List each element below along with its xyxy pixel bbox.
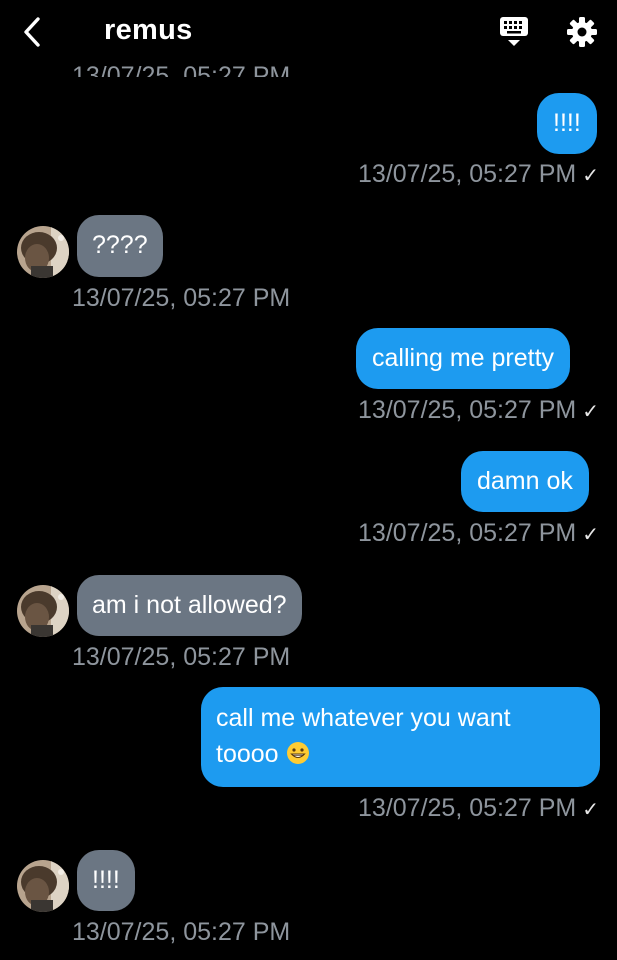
keyboard-icon [500, 17, 528, 46]
message-timestamp: 13/07/25, 05:27 PM [72, 284, 291, 312]
keyboard-button[interactable] [496, 14, 532, 50]
message-text: calling me pretty [372, 344, 555, 372]
message-text: !!!! [92, 866, 120, 894]
grinning-face-emoji [286, 742, 309, 764]
sent-check-icon: ✓ [582, 799, 599, 821]
message-timestamp: 13/07/25, 05:27 PM ✓ [358, 160, 599, 188]
message-bubble-incoming[interactable]: !!!! [77, 850, 135, 911]
avatar[interactable] [17, 860, 69, 912]
avatar[interactable] [17, 585, 69, 637]
avatar-photo [17, 226, 69, 278]
message-timestamp: 13/07/25, 05:27 PM ✓ [358, 519, 599, 547]
message-text: am i not allowed? [92, 591, 287, 619]
message-timestamp: 13/07/25, 05:27 PM ✓ [358, 794, 599, 822]
sent-check-icon: ✓ [582, 524, 599, 546]
message-bubble-outgoing[interactable]: call me whatever you want toooo [201, 687, 600, 787]
message-text: damn ok [477, 467, 573, 495]
message-bubble-incoming[interactable]: am i not allowed? [77, 575, 302, 636]
back-button[interactable] [14, 12, 50, 52]
chevron-left-icon [24, 17, 40, 47]
chat-title[interactable]: remus [104, 14, 193, 47]
avatar-photo [17, 860, 69, 912]
avatar-photo [17, 585, 69, 637]
sent-check-icon: ✓ [582, 401, 599, 423]
message-text-line: toooo [216, 736, 585, 772]
message-timestamp: 13/07/25, 05:27 PM ✓ [358, 396, 599, 424]
gear-icon [567, 17, 597, 47]
message-text: ???? [92, 231, 148, 259]
message-timestamp: 13/07/25, 05:27 PM [72, 643, 291, 671]
message-text-line: call me whatever you want [216, 704, 511, 732]
message-bubble-outgoing[interactable]: !!!! [537, 93, 597, 154]
message-bubble-incoming[interactable]: ???? [77, 215, 163, 277]
chat-header: remus [0, 0, 617, 64]
message-timestamp: 13/07/25, 05:27 PM [72, 918, 291, 946]
settings-button[interactable] [563, 13, 601, 51]
message-bubble-outgoing[interactable]: damn ok [461, 451, 589, 512]
message-text: !!!! [553, 109, 581, 137]
message-bubble-outgoing[interactable]: calling me pretty [356, 328, 571, 389]
sent-check-icon: ✓ [582, 165, 599, 187]
avatar[interactable] [17, 226, 69, 278]
